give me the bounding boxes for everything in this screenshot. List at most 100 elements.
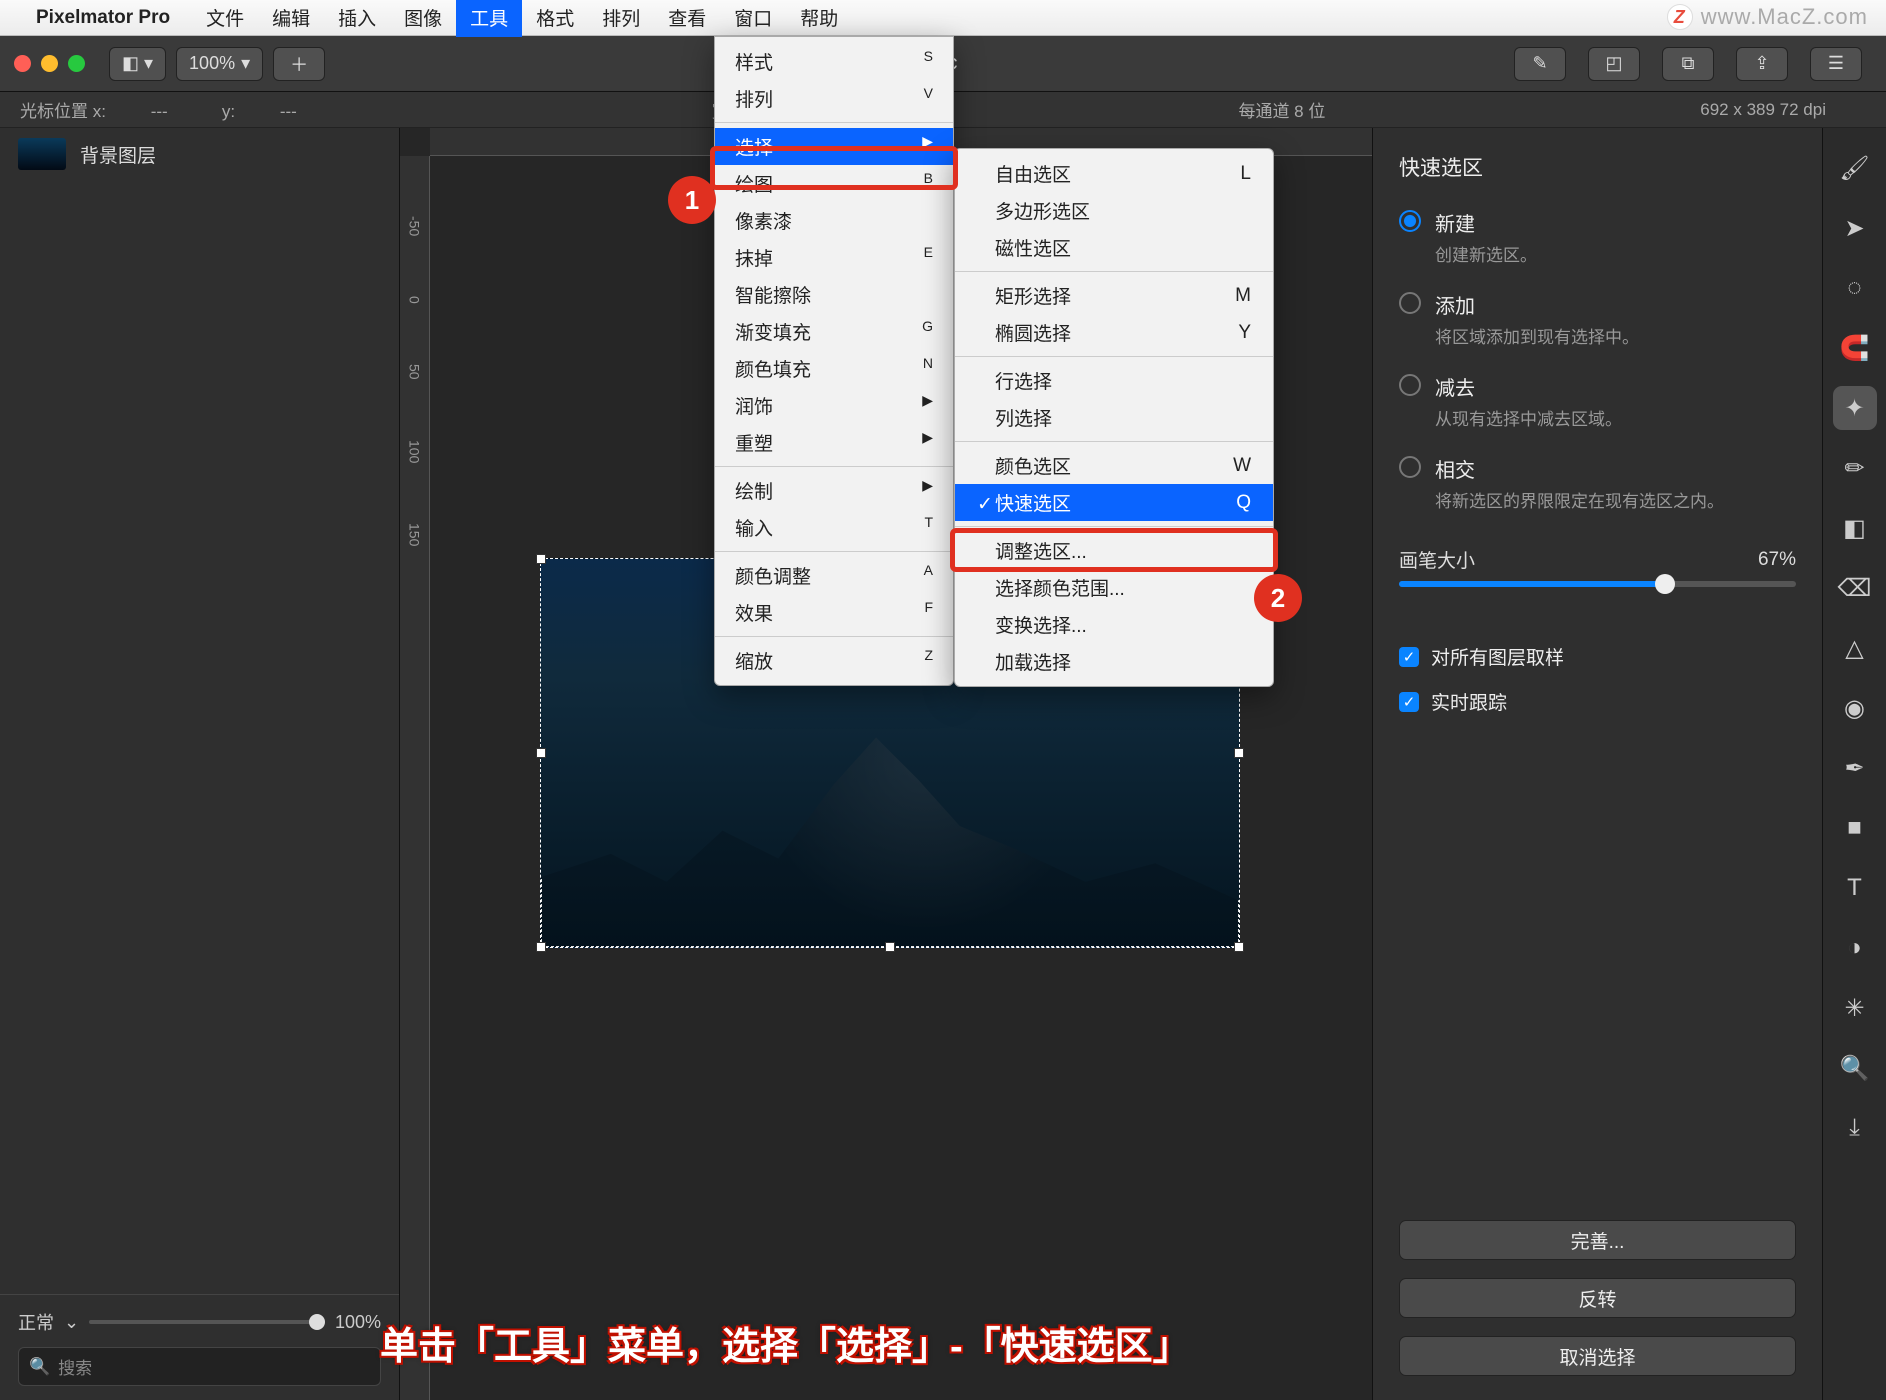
doc-dimensions: 692 x 389 72 dpi xyxy=(1700,100,1826,120)
sidebar-toggle[interactable]: ◧ ▾ xyxy=(109,47,166,81)
tutorial-caption: 单击「工具」菜单，选择「选择」-「快速选区」 xyxy=(380,1315,1191,1370)
menu-item[interactable]: 绘制▶ xyxy=(715,472,953,509)
menu-file[interactable]: 文件 xyxy=(192,0,258,37)
opacity-slider[interactable] xyxy=(89,1320,325,1324)
live-tracking[interactable]: ✓实时跟踪 xyxy=(1399,688,1796,715)
submenu-item[interactable]: 加载选择 xyxy=(955,643,1273,680)
menu-item[interactable]: 排列V xyxy=(715,80,953,117)
menu-item[interactable]: 润饰▶ xyxy=(715,387,953,424)
menu-item[interactable]: 颜色调整A xyxy=(715,557,953,594)
menu-help[interactable]: 帮助 xyxy=(786,0,852,37)
brush-slider[interactable] xyxy=(1399,581,1796,587)
quicksel-icon[interactable]: ✦ xyxy=(1833,386,1877,430)
menu-window[interactable]: 窗口 xyxy=(720,0,786,37)
sample-all-layers[interactable]: ✓对所有图层取样 xyxy=(1399,643,1796,670)
sharpen-icon[interactable]: △ xyxy=(1833,626,1877,670)
effects-icon[interactable]: ✳ xyxy=(1833,986,1877,1030)
handle-ml[interactable] xyxy=(536,748,546,758)
zoom-icon[interactable]: 🔍 xyxy=(1833,1046,1877,1090)
handle-mr[interactable] xyxy=(1234,748,1244,758)
pen-icon[interactable]: ✒ xyxy=(1833,746,1877,790)
menu-item[interactable]: 重塑▶ xyxy=(715,424,953,461)
zoom-level[interactable]: 100% ▾ xyxy=(176,47,263,81)
submenu-item[interactable]: 选择颜色范围... xyxy=(955,569,1273,606)
submenu-item[interactable]: 列选择 xyxy=(955,399,1273,436)
opacity-value: 100% xyxy=(335,1312,381,1333)
submenu-item[interactable]: 磁性选区 xyxy=(955,229,1273,266)
paint-icon[interactable]: ✏ xyxy=(1833,446,1877,490)
menu-tools[interactable]: 工具 xyxy=(456,0,522,37)
watermark: Zwww.MacZ.com xyxy=(1667,4,1868,30)
layer-name: 背景图层 xyxy=(80,141,156,168)
menu-format[interactable]: 格式 xyxy=(522,0,588,37)
layer-search[interactable]: 🔍 搜索 xyxy=(18,1347,381,1386)
radio-icon xyxy=(1399,210,1421,232)
menu-image[interactable]: 图像 xyxy=(390,0,456,37)
handle-tl[interactable] xyxy=(536,554,546,564)
app-name[interactable]: Pixelmator Pro xyxy=(36,7,170,29)
text-icon[interactable]: T xyxy=(1833,866,1877,910)
handle-br[interactable] xyxy=(1234,942,1244,952)
mode-intersect[interactable]: 相交将新选区的界限限定在现有选区之内。 xyxy=(1399,454,1796,512)
pointer-icon[interactable]: ➤ xyxy=(1833,206,1877,250)
menu-item[interactable]: 颜色填充N xyxy=(715,350,953,387)
marquee-icon[interactable]: ◌ xyxy=(1833,266,1877,310)
menu-item[interactable]: 抹掉E xyxy=(715,239,953,276)
shape-icon[interactable]: ■ xyxy=(1833,806,1877,850)
mode-add[interactable]: 添加将区域添加到现有选择中。 xyxy=(1399,290,1796,348)
share-toolbar-icon[interactable]: ⇪ xyxy=(1736,47,1788,81)
menu-item[interactable]: 缩放Z xyxy=(715,642,953,679)
submenu-item[interactable]: 颜色选区W xyxy=(955,447,1273,484)
blend-mode[interactable]: 正常 xyxy=(18,1309,54,1335)
export-icon[interactable]: ⤓ xyxy=(1833,1106,1877,1150)
paint-toolbar-icon[interactable]: ✎ xyxy=(1514,47,1566,81)
crop-toolbar-icon[interactable]: ◰ xyxy=(1588,47,1640,81)
refine-button[interactable]: 完善... xyxy=(1399,1220,1796,1260)
submenu-item[interactable]: 行选择 xyxy=(955,362,1273,399)
submenu-item[interactable]: 矩形选择M xyxy=(955,277,1273,314)
menu-item[interactable]: 样式S xyxy=(715,43,953,80)
channel-depth: 每通道 8 位 xyxy=(1238,97,1325,122)
deselect-button[interactable]: 取消选择 xyxy=(1399,1336,1796,1376)
gradient-icon[interactable]: ◧ xyxy=(1833,506,1877,550)
warp-icon[interactable]: ◉ xyxy=(1833,686,1877,730)
zoom-button[interactable] xyxy=(68,55,85,72)
inspector-title: 快速选区 xyxy=(1399,152,1796,182)
menu-item[interactable]: 效果F xyxy=(715,594,953,631)
submenu-item[interactable]: ✓快速选区Q xyxy=(955,484,1273,521)
brush-icon[interactable]: 🖌 xyxy=(1833,146,1877,190)
menu-view[interactable]: 查看 xyxy=(654,0,720,37)
submenu-item[interactable]: 变换选择... xyxy=(955,606,1273,643)
menu-item[interactable]: 智能擦除 xyxy=(715,276,953,313)
submenu-item[interactable]: 多边形选区 xyxy=(955,192,1273,229)
menu-item[interactable]: 像素漆 xyxy=(715,202,953,239)
window-controls xyxy=(14,55,85,72)
color-icon[interactable]: ◑ xyxy=(1833,926,1877,970)
menu-arrange[interactable]: 排列 xyxy=(588,0,654,37)
menu-item[interactable]: 选择▶ xyxy=(715,128,953,165)
duplicate-toolbar-icon[interactable]: ⧉ xyxy=(1662,47,1714,81)
menu-insert[interactable]: 插入 xyxy=(324,0,390,37)
settings-toolbar-icon[interactable]: ☰ xyxy=(1810,47,1862,81)
eraser-icon[interactable]: ⌫ xyxy=(1833,566,1877,610)
layer-item[interactable]: 背景图层 xyxy=(0,128,399,180)
menu-item[interactable]: 输入T xyxy=(715,509,953,546)
layer-thumbnail xyxy=(18,138,66,170)
menubar: Pixelmator Pro 文件 编辑 插入 图像 工具 格式 排列 查看 窗… xyxy=(0,0,1886,36)
close-button[interactable] xyxy=(14,55,31,72)
menu-edit[interactable]: 编辑 xyxy=(258,0,324,37)
menu-item[interactable]: 渐变填充G xyxy=(715,313,953,350)
handle-bm[interactable] xyxy=(885,942,895,952)
mode-new[interactable]: 新建创建新选区。 xyxy=(1399,208,1796,266)
submenu-item[interactable]: 调整选区... xyxy=(955,532,1273,569)
submenu-item[interactable]: 椭圆选择Y xyxy=(955,314,1273,351)
magnet-icon[interactable]: 🧲 xyxy=(1833,326,1877,370)
add-button[interactable]: ＋ xyxy=(273,47,325,81)
invert-button[interactable]: 反转 xyxy=(1399,1278,1796,1318)
menu-item[interactable]: 绘图B xyxy=(715,165,953,202)
handle-bl[interactable] xyxy=(536,942,546,952)
image-content xyxy=(541,714,1239,947)
minimize-button[interactable] xyxy=(41,55,58,72)
submenu-item[interactable]: 自由选区L xyxy=(955,155,1273,192)
mode-subtract[interactable]: 减去从现有选择中减去区域。 xyxy=(1399,372,1796,430)
